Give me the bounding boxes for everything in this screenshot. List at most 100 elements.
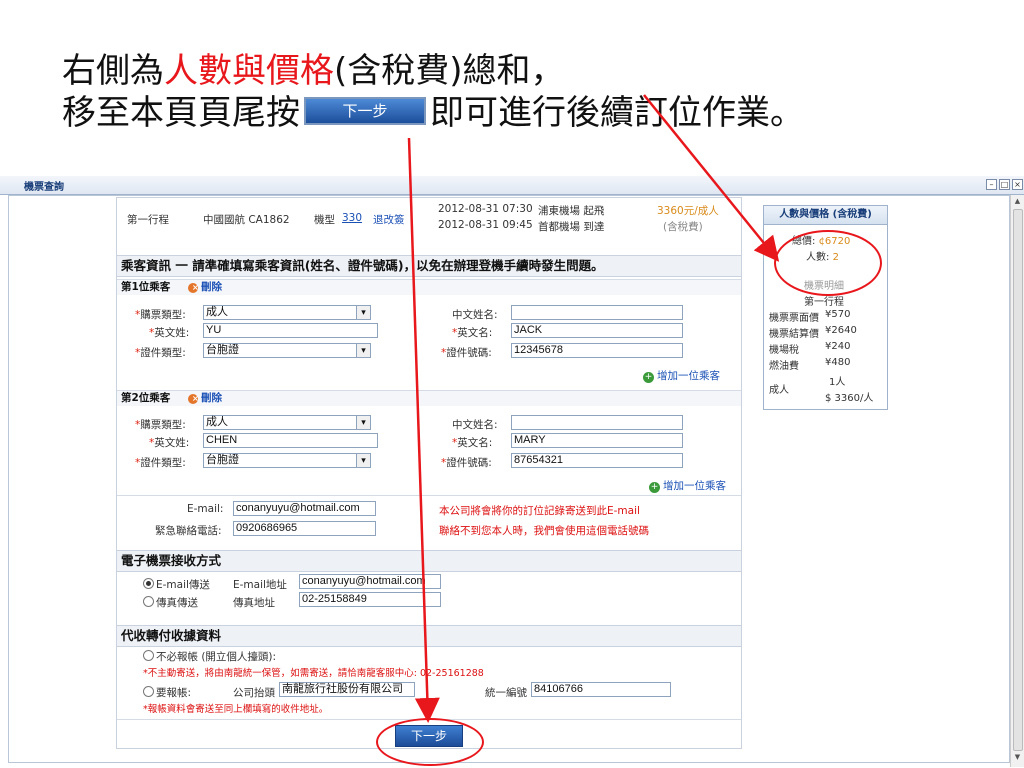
add-passenger-button[interactable]: + 增加一位乘客 [649,478,726,493]
detail-row-value: ¥240 [825,341,851,352]
radio-icon[interactable] [143,686,154,697]
delete-icon: × [187,283,199,293]
need-receipt-option[interactable]: 要報帳: [143,685,191,700]
tax-id-input[interactable]: 84106766 [531,682,671,697]
en-given-label: *英文名: [452,437,493,449]
heading-text: (含稅費)總和， [334,51,565,91]
scroll-thumb[interactable] [1013,209,1023,751]
segment-label: 第一行程 [127,214,169,226]
p2-en-given-input[interactable]: MARY [511,433,683,448]
receipt-header: 代收轉付收據資料 [117,625,741,647]
heading-text: 右側為 [62,51,164,91]
detail-row-value: ¥2640 [825,325,857,336]
add-passenger-label: 增加一位乘客 [657,370,720,382]
id-number-label: *證件號碼: [441,347,492,359]
phone-label: 緊急聯絡電話: [155,525,222,537]
refund-link[interactable]: 退改簽 [373,212,405,227]
email-label: E-mail: [187,503,224,515]
passenger-title: 第1位乘客 [121,281,171,293]
heading-highlight: 人數與價格 [164,51,334,91]
p2-ticket-type-select[interactable]: 成人 [203,415,371,430]
id-number-label: *證件號碼: [441,457,492,469]
model-label: 機型 [314,214,335,226]
departure-time: 2012-08-31 07:30 [438,203,533,215]
p1-en-surname-input[interactable]: YU [203,323,378,338]
tax-note: (含稅費) [663,221,703,233]
p2-en-surname-input[interactable]: CHEN [203,433,378,448]
delete-label: 刪除 [200,392,222,404]
radio-selected-icon[interactable] [143,578,154,589]
email-delivery-option[interactable]: E-mail傳送 [143,577,210,592]
next-button-highlight-circle [376,718,484,766]
p1-id-type-select[interactable]: 台胞證 [203,343,371,358]
arrival-airport: 首都機場 到達 [538,221,605,233]
detail-row-label: 機場稅 [769,345,799,356]
radio-icon[interactable] [143,596,154,607]
detail-row-value: ¥480 [825,357,851,368]
company-input[interactable]: 南龍旅行社股份有限公司 [279,682,415,697]
summary-header: 人數與價格 (含稅費) [764,206,887,225]
minimize-icon[interactable]: – [986,179,997,190]
adult-label: 成人 [769,385,789,396]
scroll-up-icon[interactable]: ▲ [1013,197,1022,206]
p1-en-given-input[interactable]: JACK [511,323,683,338]
delete-passenger-1-button[interactable]: × 刪除 [187,281,222,293]
divider [117,495,741,496]
en-surname-label: *英文姓: [149,437,190,449]
tax-id-label: 統一編號 [485,687,527,699]
contact-email-input[interactable]: conanyuyu@hotmail.com [233,501,376,516]
detail-row-value: ¥570 [825,309,851,320]
id-type-label: *證件類型: [135,347,186,359]
window-titlebar: 機票查詢 – □ × [0,176,1024,195]
email-address-label: E-mail地址 [233,579,287,591]
detail-row-label: 機票結算價 [769,329,819,340]
flight-price: 3360元/成人 [657,205,719,217]
heading-text: 即可進行後續訂位作業。 [430,93,804,133]
ticket-type-label: *購票類型: [135,419,186,431]
ticket-type-label: *購票類型: [135,309,186,321]
p1-cn-name-input[interactable] [511,305,683,320]
add-passenger-button[interactable]: + 增加一位乘客 [643,368,720,383]
phone-note: 聯絡不到您本人時，我們會使用這個電話號碼 [439,525,649,537]
mail-note: *報帳資料會寄送至同上欄填寫的收件地址。 [143,704,329,715]
passenger-2-header: 第2位乘客 × 刪除 [117,390,741,406]
maximize-icon[interactable]: □ [999,179,1010,190]
en-surname-label: *英文姓: [149,327,190,339]
next-button-illustration: 下一步 [304,96,426,125]
p2-id-number-input[interactable]: 87654321 [511,453,683,468]
p2-cn-name-input[interactable] [511,415,683,430]
model-link[interactable]: 330 [342,212,362,224]
scroll-down-icon[interactable]: ▼ [1013,753,1022,762]
vertical-scrollbar[interactable]: ▲ ▼ [1010,195,1024,767]
detail-row-label: 機票票面價 [769,313,819,324]
id-type-label: *證件類型: [135,457,186,469]
eticket-email-input[interactable]: conanyuyu@hotmail.com [299,574,441,589]
cn-name-label: 中文姓名: [452,309,498,321]
radio-icon[interactable] [143,650,154,661]
p1-ticket-type-select[interactable]: 成人 [203,305,371,320]
plus-icon: + [649,482,660,493]
close-icon[interactable]: × [1012,179,1023,190]
adult-price: $ 3360/人 [825,393,874,404]
no-receipt-option[interactable]: 不必報帳 (開立個人擡頭): [143,649,276,664]
total-highlight-circle [774,230,882,296]
passenger-1-header: 第1位乘客 × 刪除 [117,279,741,295]
slide-heading: 右側為人數與價格(含稅費)總和， 移至本頁頁尾按 下一步 即可進行後續訂位作業。 [62,50,804,134]
heading-line-1: 右側為人數與價格(含稅費)總和， [62,50,804,92]
cn-name-label: 中文姓名: [452,419,498,431]
delete-icon: × [187,394,199,404]
no-receipt-note: *不主動寄送，將由南龍統一保管，如需寄送，請恰南龍客服中心: 02-251612… [143,668,484,679]
en-given-label: *英文名: [452,327,493,339]
contact-phone-input[interactable]: 0920686965 [233,521,376,536]
heading-line-2: 移至本頁頁尾按 下一步 即可進行後續訂位作業。 [62,92,804,134]
adult-count: 1人 [829,377,846,388]
p2-id-type-select[interactable]: 台胞證 [203,453,371,468]
fax-delivery-option[interactable]: 傳真傳送 [143,595,198,610]
p1-id-number-input[interactable]: 12345678 [511,343,683,358]
eticket-header: 電子機票接收方式 [117,550,741,572]
plus-icon: + [643,372,654,383]
passenger-info-header: 乘客資訊 一 請準確填寫乘客資訊(姓名、證件號碼)，以免在辦理登機手續時發生問題… [117,255,741,277]
delete-passenger-2-button[interactable]: × 刪除 [187,392,222,404]
arrival-time: 2012-08-31 09:45 [438,219,533,231]
eticket-fax-input[interactable]: 02-25158849 [299,592,441,607]
